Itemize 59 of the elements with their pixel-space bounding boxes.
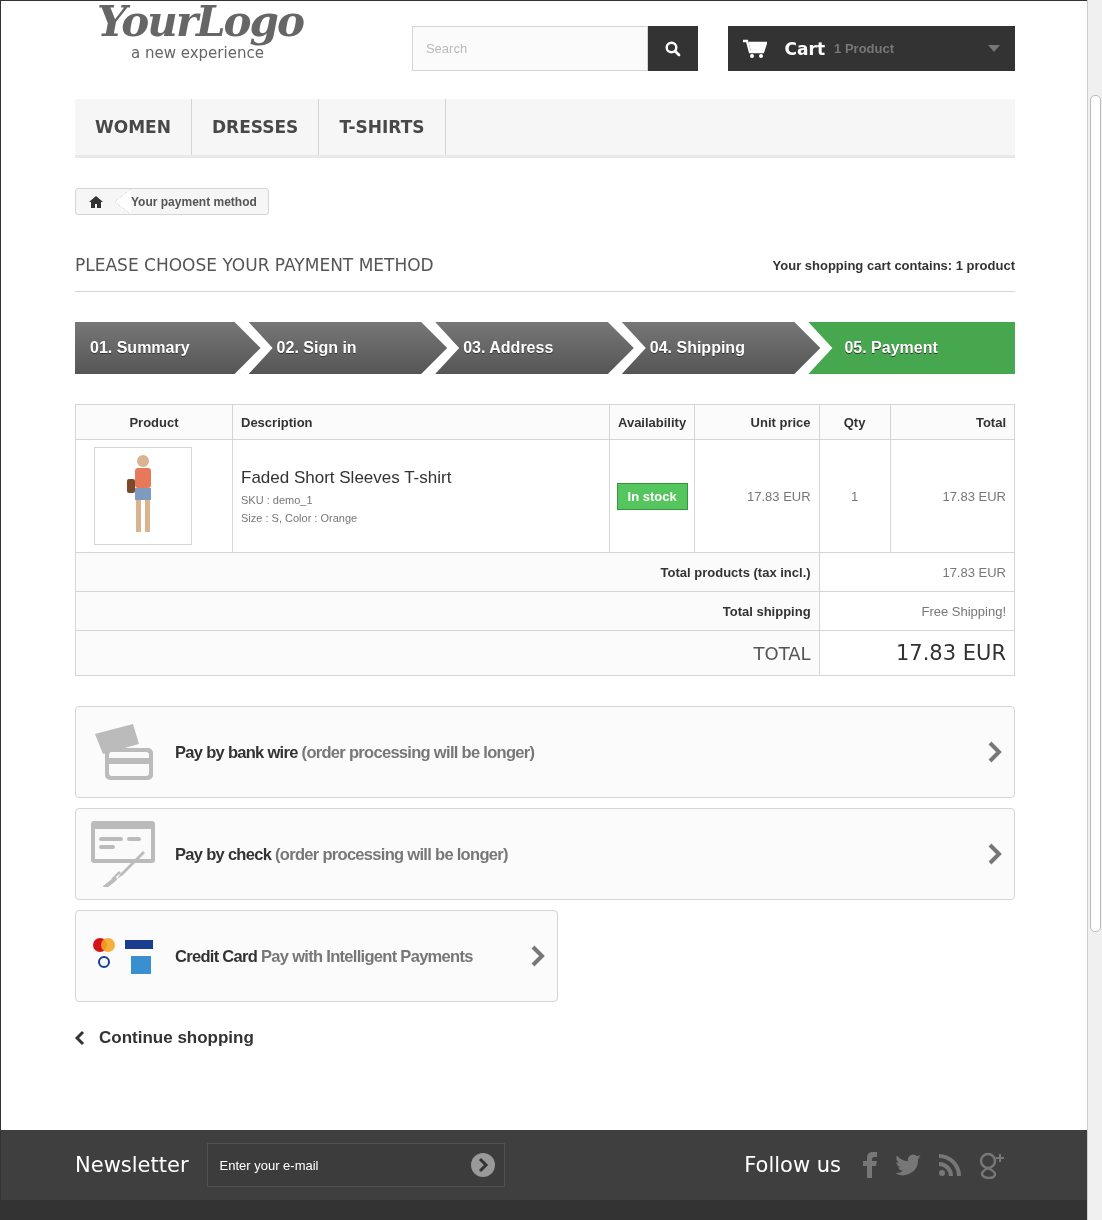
- checkout-step[interactable]: 03. Address: [435, 322, 634, 374]
- home-icon[interactable]: [89, 195, 103, 208]
- menu-item[interactable]: DRESSES: [191, 99, 320, 155]
- checkout-step[interactable]: 02. Sign in: [248, 322, 448, 374]
- chevron-right-icon: [988, 843, 1002, 865]
- column-header: Product: [75, 404, 233, 440]
- table-cell: 17.83 EUR: [890, 439, 1015, 553]
- continue-shopping-link[interactable]: Continue shopping: [75, 1028, 254, 1048]
- facebook-icon[interactable]: [863, 1152, 877, 1178]
- product-attributes: Size : S, Color : Orange: [241, 512, 359, 524]
- table-cell: 1: [819, 439, 891, 553]
- stock-label: In stock: [616, 482, 688, 510]
- breadcrumb-current: Your payment method: [131, 194, 258, 209]
- column-header: Unit price: [694, 404, 820, 440]
- scrollbar[interactable]: [1087, 0, 1102, 1220]
- caret-icon: [988, 45, 1000, 52]
- search-field[interactable]: Search: [411, 26, 648, 71]
- chevron-left-icon: [75, 1030, 85, 1046]
- card-brands-icon: [91, 936, 155, 976]
- google-plus-icon[interactable]: [979, 1151, 1005, 1179]
- cart-button[interactable]: Cart 1 Product: [727, 26, 1015, 71]
- chevron-right-icon: [988, 741, 1002, 763]
- email-field[interactable]: Enter your e-mail: [206, 1143, 505, 1187]
- menu-item[interactable]: T-SHIRTS: [319, 99, 446, 155]
- total-value: 17.83 EUR: [819, 552, 1015, 592]
- logo-tagline: a new experience: [131, 45, 264, 62]
- payment-option[interactable]: Pay by check (order processing will be longer): [75, 808, 1015, 900]
- payment-label: Pay by bank wire (order processing will be longer): [175, 742, 536, 762]
- product-name[interactable]: Faded Short Sleeves T-shirt: [241, 468, 601, 488]
- column-header: Total: [890, 404, 1015, 440]
- payment-option[interactable]: Pay by bank wire (order processing will be longer): [75, 706, 1015, 798]
- twitter-icon[interactable]: [895, 1154, 921, 1176]
- page-title: PLEASE CHOOSE YOUR PAYMENT METHOD: [75, 255, 434, 275]
- total-value: 17.83 EUR: [819, 630, 1015, 676]
- total-label: Total products (tax incl.): [75, 552, 820, 592]
- checkout-step[interactable]: 01. Summary: [75, 322, 261, 374]
- checkout-step[interactable]: 04. Shipping: [621, 322, 821, 374]
- table-cell: 17.83 EUR: [694, 439, 820, 553]
- payment-label: Credit Card Pay with Intelligent Payments: [175, 946, 474, 966]
- rss-icon[interactable]: [939, 1154, 961, 1176]
- total-value: Free Shipping!: [819, 591, 1015, 631]
- column-header: Availability: [609, 404, 695, 440]
- menu-item[interactable]: WOMEN: [75, 99, 192, 155]
- search-button[interactable]: [647, 26, 698, 71]
- total-label: TOTAL: [75, 630, 820, 676]
- follow-us-title: Follow us: [744, 1153, 841, 1177]
- search-icon: [664, 40, 681, 57]
- product-sku: SKU : demo_1: [241, 494, 314, 506]
- breadcrumb-separator: [115, 189, 131, 214]
- payment-label: Pay by check (order processing will be longer): [175, 844, 509, 864]
- payment-option[interactable]: Credit Card Pay with Intelligent Payments: [75, 910, 558, 1002]
- cart-summary: Your shopping cart contains: 1 product: [772, 257, 1015, 273]
- newsletter-title: Newsletter: [75, 1153, 189, 1177]
- column-header: Description: [232, 404, 610, 440]
- chevron-right-icon: [531, 945, 545, 967]
- cart-icon: [742, 38, 767, 59]
- column-header: Qty: [819, 404, 891, 440]
- check-icon: [91, 821, 155, 887]
- total-label: Total shipping: [75, 591, 820, 631]
